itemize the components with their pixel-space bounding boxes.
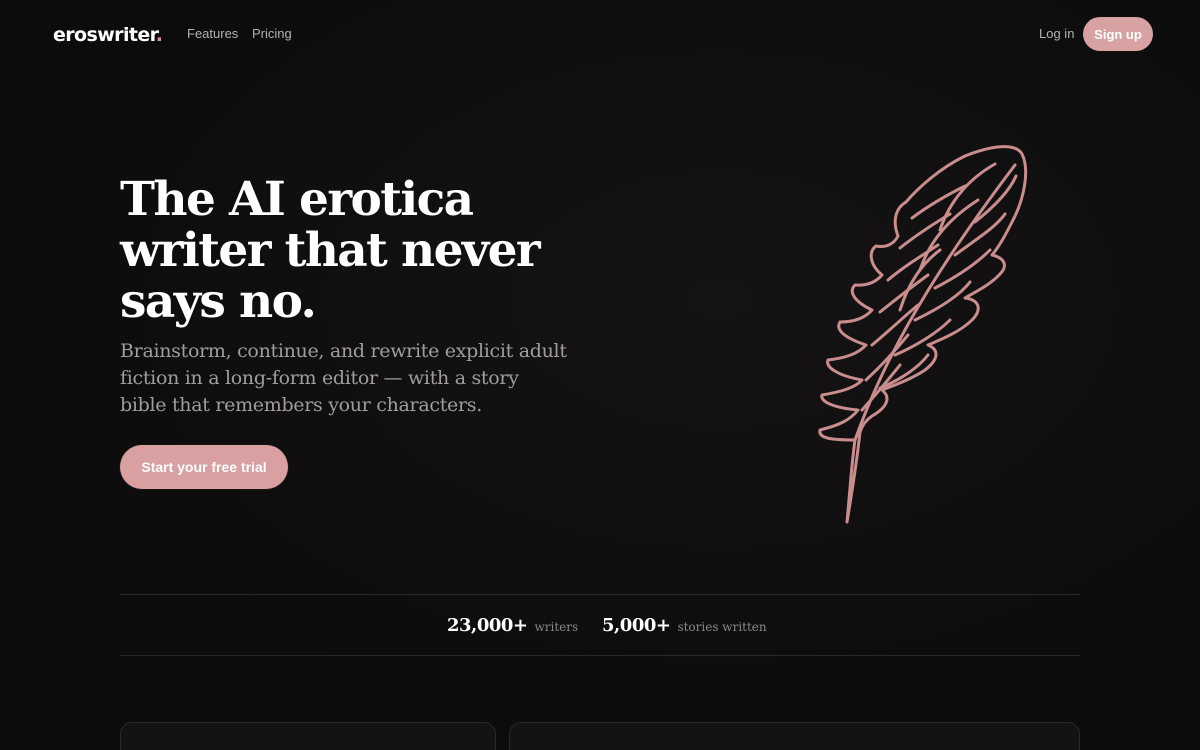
- hero-title: The AI erotica writer that never says no…: [120, 172, 541, 329]
- feature-card: [509, 722, 1080, 750]
- hero-subtitle: Brainstorm, continue, and rewrite explic…: [120, 340, 567, 416]
- feature-card: [120, 722, 496, 750]
- nav-link-pricing[interactable]: Pricing: [252, 26, 292, 41]
- brand-dot: .: [155, 24, 163, 46]
- stat-value: 5,000+: [602, 615, 671, 636]
- stat-stories: 5,000+ stories written: [602, 615, 767, 636]
- stats-bar: 23,000+ writers 5,000+ stories written: [120, 594, 1080, 656]
- stat-writers: 23,000+ writers: [447, 615, 578, 636]
- signup-button[interactable]: Sign up: [1083, 17, 1153, 51]
- feather-icon: [818, 145, 1028, 524]
- stat-label: stories written: [677, 620, 767, 634]
- landing-page: eroswriter. Features Pricing Log in Sign…: [0, 0, 1200, 750]
- start-free-trial-button[interactable]: Start your free trial: [120, 445, 288, 489]
- nav-link-features[interactable]: Features: [187, 26, 238, 41]
- stat-value: 23,000+: [447, 615, 528, 636]
- login-link[interactable]: Log in: [1039, 26, 1074, 41]
- top-nav: eroswriter. Features Pricing Log in Sign…: [0, 0, 1200, 68]
- brand-name: eroswriter: [53, 24, 156, 46]
- stat-label: writers: [534, 620, 579, 634]
- brand-logo[interactable]: eroswriter.: [53, 24, 163, 46]
